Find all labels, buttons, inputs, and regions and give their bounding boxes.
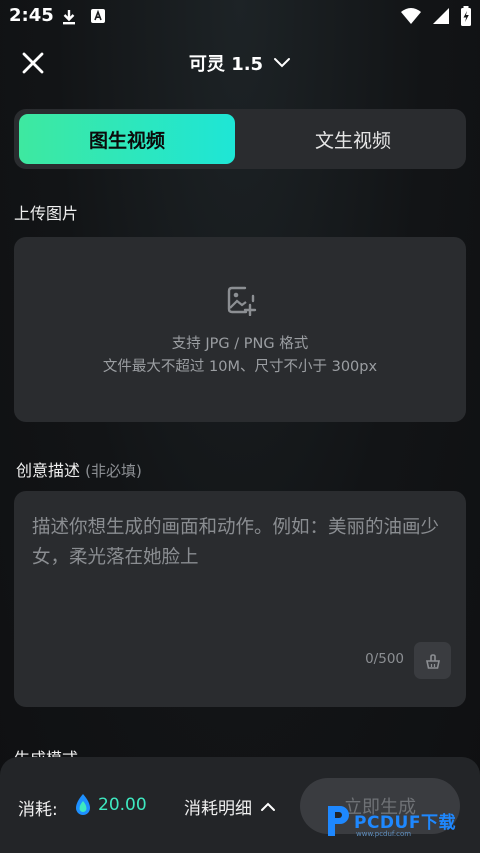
add-image-icon xyxy=(227,286,257,316)
eraser-icon xyxy=(425,653,440,669)
prompt-placeholder: 描述你想生成的画面和动作。例如：美丽的油画少女，柔光落在她脸上 xyxy=(32,517,440,568)
battery-charging-icon xyxy=(461,6,471,26)
model-selector[interactable]: 可灵 1.5 xyxy=(0,50,480,76)
image-upload-area[interactable]: 支持 JPG / PNG 格式 文件最大不超过 10M、尺寸不小于 300px xyxy=(14,237,466,422)
upload-size-hint: 文件最大不超过 10M、尺寸不小于 300px xyxy=(102,359,378,375)
prompt-input[interactable]: 描述你想生成的画面和动作。例如：美丽的油画少女，柔光落在她脸上 0/500 xyxy=(14,491,466,707)
top-nav: 可灵 1.5 xyxy=(0,40,480,84)
upload-format-hint: 支持 JPG / PNG 格式 xyxy=(171,336,309,352)
signal-icon xyxy=(433,8,449,24)
cost-label: 消耗: xyxy=(18,800,58,820)
notification-a-icon xyxy=(91,9,105,23)
cost-detail-label: 消耗明细 xyxy=(184,799,252,819)
wifi-icon xyxy=(401,8,421,24)
download-icon xyxy=(63,10,75,25)
status-bar: 2:45 xyxy=(0,0,480,34)
watermark: PCDUF下载 www.pcduf.com xyxy=(322,800,472,846)
status-time: 2:45 xyxy=(9,5,54,26)
prompt-label: 创意描述 xyxy=(16,461,81,480)
credit-drop-icon xyxy=(76,794,90,815)
optional-hint: (非必填) xyxy=(85,462,142,480)
watermark-sub: www.pcduf.com xyxy=(356,830,412,838)
model-name: 可灵 1.5 xyxy=(188,54,264,75)
watermark-logo-icon xyxy=(328,806,349,836)
cost-detail-toggle[interactable]: 消耗明细 xyxy=(184,794,276,819)
mode-tabs: 图生视频 文生视频 xyxy=(14,109,466,169)
prompt-section-label: 创意描述 (非必填) xyxy=(16,457,142,481)
chevron-down-icon xyxy=(274,58,291,68)
tab-text-to-video[interactable]: 文生视频 xyxy=(245,114,461,164)
chevron-up-icon xyxy=(261,802,275,811)
tab-image-to-video[interactable]: 图生视频 xyxy=(19,114,235,164)
upload-section-label: 上传图片 xyxy=(14,204,79,223)
clear-button[interactable] xyxy=(414,642,451,679)
cost-value: 20.00 xyxy=(98,795,147,815)
char-count: 0/500 xyxy=(365,651,404,667)
